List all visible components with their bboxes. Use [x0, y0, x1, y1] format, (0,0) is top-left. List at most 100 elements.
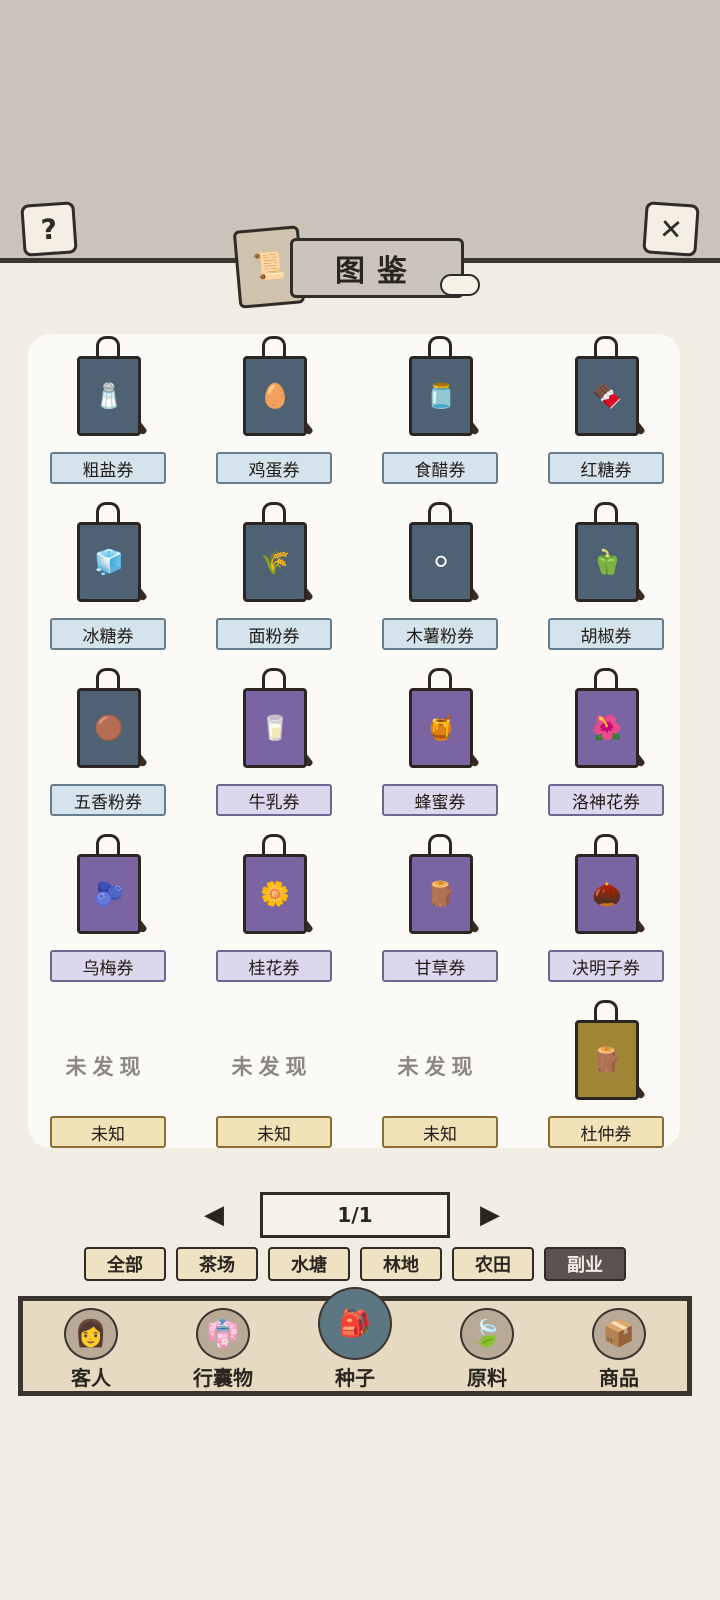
guest-icon: 👩	[64, 1308, 118, 1360]
voucher-tag: 🫐	[77, 854, 141, 934]
voucher-tag: 🥛	[243, 688, 307, 768]
collection-item[interactable]: 🌾 面粉券	[216, 500, 346, 650]
filter-farmland[interactable]: 农田	[452, 1247, 534, 1281]
collection-item[interactable]: 🌰 决明子券	[548, 832, 678, 982]
collection-panel: 🧂 粗盐券 🥚 鸡蛋券 🫙 食醋券 🍫 红糖券 🧊 冰糖券 🌾 面粉券 ⚪ 木薯粉券 🫑 胡椒券 🟤 五香粉券 🥛 牛…	[28, 334, 680, 1148]
seed-bag-icon: 🎒	[318, 1287, 392, 1360]
ingredient-icon: 🧂	[94, 382, 124, 410]
item-label: 未知	[216, 1116, 332, 1148]
prev-page-button[interactable]: ◀	[182, 1198, 246, 1232]
ingredient-icon: ⚪	[430, 548, 452, 576]
voucher-tag: 🪵	[409, 854, 473, 934]
nav-label: 原料	[467, 1366, 507, 1390]
page-title: 图鉴	[290, 238, 464, 298]
filter-tabs: 全部 茶场 水塘 林地 农田 副业	[84, 1247, 644, 1281]
cloud-decoration	[440, 274, 480, 296]
bottom-nav: 👩 客人 👘 行囊物 🎒 种子 🍃 原料 📦 商品	[18, 1287, 692, 1396]
page-header: 📜 图鉴	[232, 225, 480, 309]
ingredient-icon: 🌰	[592, 880, 622, 908]
page-indicator: 1/1	[260, 1192, 450, 1238]
voucher-tag: 🧊	[77, 522, 141, 602]
ingredient-icon: 🫙	[426, 382, 456, 410]
item-label: 面粉券	[216, 618, 332, 650]
voucher-tag: 🌾	[243, 522, 307, 602]
help-icon: ?	[39, 211, 59, 247]
ingredient-icon: 🪵	[426, 880, 456, 908]
voucher-tag: 🌼	[243, 854, 307, 934]
leaf-icon: 🍃	[460, 1308, 514, 1360]
next-page-button[interactable]: ▶	[458, 1198, 522, 1232]
filter-all[interactable]: 全部	[84, 1247, 166, 1281]
collection-item[interactable]: 🪵 甘草券	[382, 832, 512, 982]
arrow-left-icon: ◀	[204, 1200, 224, 1230]
collection-item[interactable]: 🪵 杜仲券	[548, 998, 678, 1148]
item-label: 乌梅券	[50, 950, 166, 982]
item-label: 冰糖券	[50, 618, 166, 650]
ingredient-icon: 🫑	[592, 548, 622, 576]
arrow-right-icon: ▶	[480, 1200, 500, 1230]
collection-item[interactable]: 未发现 未知	[50, 998, 180, 1148]
item-label: 食醋券	[382, 452, 498, 484]
item-label: 杜仲券	[548, 1116, 664, 1148]
ingredient-icon: 🍯	[426, 714, 456, 742]
item-label: 洛神花券	[548, 784, 664, 816]
ingredient-icon: 🌼	[260, 880, 290, 908]
voucher-tag: 🌺	[575, 688, 639, 768]
item-label: 粗盐券	[50, 452, 166, 484]
collection-item[interactable]: 🫑 胡椒券	[548, 500, 678, 650]
filter-pond[interactable]: 水塘	[268, 1247, 350, 1281]
collection-item[interactable]: 🧂 粗盐券	[50, 334, 180, 484]
ingredient-icon: 🥛	[260, 714, 290, 742]
item-label: 鸡蛋券	[216, 452, 332, 484]
nav-baggage[interactable]: 👘 行囊物	[163, 1301, 283, 1391]
ingredient-icon: 🧊	[94, 548, 124, 576]
filter-sideline[interactable]: 副业	[544, 1247, 626, 1281]
ingredient-icon: 🥚	[260, 382, 290, 410]
collection-item[interactable]: ⚪ 木薯粉券	[382, 500, 512, 650]
collection-item[interactable]: 🌼 桂花券	[216, 832, 346, 982]
item-label: 红糖券	[548, 452, 664, 484]
nav-materials[interactable]: 🍃 原料	[427, 1301, 547, 1391]
ingredient-icon: 🌾	[260, 548, 290, 576]
collection-item[interactable]: 🌺 洛神花券	[548, 666, 678, 816]
collection-item[interactable]: 🟤 五香粉券	[50, 666, 180, 816]
voucher-tag: 🪵	[575, 1020, 639, 1100]
nav-label: 行囊物	[193, 1366, 253, 1390]
voucher-tag: 🥚	[243, 356, 307, 436]
undiscovered-text: 未发现	[65, 1055, 147, 1079]
collection-item[interactable]: 🧊 冰糖券	[50, 500, 180, 650]
collection-item[interactable]: 未发现 未知	[382, 998, 512, 1148]
close-button[interactable]: ✕	[642, 201, 700, 257]
ingredient-icon: 🪵	[592, 1046, 622, 1074]
nav-label: 客人	[71, 1366, 111, 1390]
nav-goods[interactable]: 📦 商品	[559, 1301, 679, 1391]
filter-tea-field[interactable]: 茶场	[176, 1247, 258, 1281]
collection-item[interactable]: 🥚 鸡蛋券	[216, 334, 346, 484]
item-label: 决明子券	[548, 950, 664, 982]
robe-icon: 👘	[196, 1308, 250, 1360]
voucher-tag: 🟤	[77, 688, 141, 768]
goods-icon: 📦	[592, 1308, 646, 1360]
voucher-tag: 🫑	[575, 522, 639, 602]
item-label: 甘草券	[382, 950, 498, 982]
item-label: 牛乳券	[216, 784, 332, 816]
nav-seeds[interactable]: 🎒 种子	[295, 1287, 415, 1391]
help-button[interactable]: ?	[20, 201, 78, 257]
collection-item[interactable]: 🥛 牛乳券	[216, 666, 346, 816]
item-label: 未知	[382, 1116, 498, 1148]
undiscovered-text: 未发现	[397, 1055, 479, 1079]
voucher-tag: 🫙	[409, 356, 473, 436]
item-label: 蜂蜜券	[382, 784, 498, 816]
item-label: 木薯粉券	[382, 618, 498, 650]
collection-item[interactable]: 🍯 蜂蜜券	[382, 666, 512, 816]
top-band	[0, 0, 720, 262]
nav-guests[interactable]: 👩 客人	[31, 1301, 151, 1391]
collection-item[interactable]: 🫙 食醋券	[382, 334, 512, 484]
collection-item[interactable]: 未发现 未知	[216, 998, 346, 1148]
voucher-tag: 🍯	[409, 688, 473, 768]
filter-woodland[interactable]: 林地	[360, 1247, 442, 1281]
collection-item[interactable]: 🫐 乌梅券	[50, 832, 180, 982]
collection-item[interactable]: 🍫 红糖券	[548, 334, 678, 484]
nav-label: 种子	[335, 1366, 375, 1390]
ingredient-icon: 🫐	[94, 880, 124, 908]
